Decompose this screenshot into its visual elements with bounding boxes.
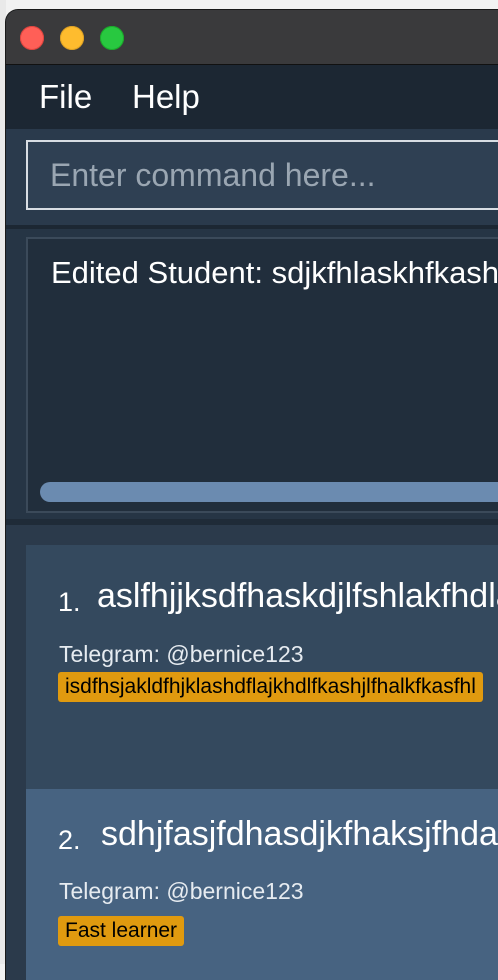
student-tag: Fast learner xyxy=(58,916,185,946)
command-box-area xyxy=(6,129,498,229)
student-name: aslfhjjksdfhaskdjlfshlakfhdlaksjf xyxy=(97,577,498,615)
student-telegram: Telegram: @bernice123 xyxy=(59,878,304,904)
student-name: sdhjfasjfdhasdjkfhaksjfhdaksf xyxy=(101,815,498,853)
student-card[interactable]: 2. sdhjfasjfdhasdjkfhaksjfhdaksf Telegra… xyxy=(26,789,498,980)
command-input[interactable] xyxy=(28,142,498,208)
result-display: Edited Student: sdjkfhlaskhfkashdfkjlash… xyxy=(26,237,498,513)
command-box xyxy=(26,140,498,210)
result-horizontal-scrollbar[interactable] xyxy=(40,482,498,502)
result-display-area: Edited Student: sdjkfhlaskhfkashdfkjlash… xyxy=(6,229,498,519)
minimize-window-button[interactable] xyxy=(60,26,84,50)
title-bar[interactable] xyxy=(6,10,498,65)
student-telegram: Telegram: @bernice123 xyxy=(59,641,304,667)
student-list: 1. aslfhjjksdfhaskdjlfshlakfhdlaksjf Tel… xyxy=(6,525,498,980)
maximize-window-button[interactable] xyxy=(100,26,124,50)
student-index: 1. xyxy=(58,587,81,617)
menu-file[interactable]: File xyxy=(39,79,92,115)
menu-bar: File Help xyxy=(6,65,498,129)
menu-help[interactable]: Help xyxy=(132,79,200,115)
student-tag: isdfhsjakldfhjklashdflajkhdlfkashjlfhalk… xyxy=(58,672,483,702)
student-index: 2. xyxy=(58,825,81,855)
student-card[interactable]: 1. aslfhjjksdfhaskdjlfshlakfhdlaksjf Tel… xyxy=(26,545,498,789)
result-message: Edited Student: sdjkfhlaskhfkashdfkjlash… xyxy=(51,255,498,290)
app-window: File Help Edited Student: sdjkfhlaskhfka… xyxy=(6,10,498,980)
close-window-button[interactable] xyxy=(20,26,44,50)
